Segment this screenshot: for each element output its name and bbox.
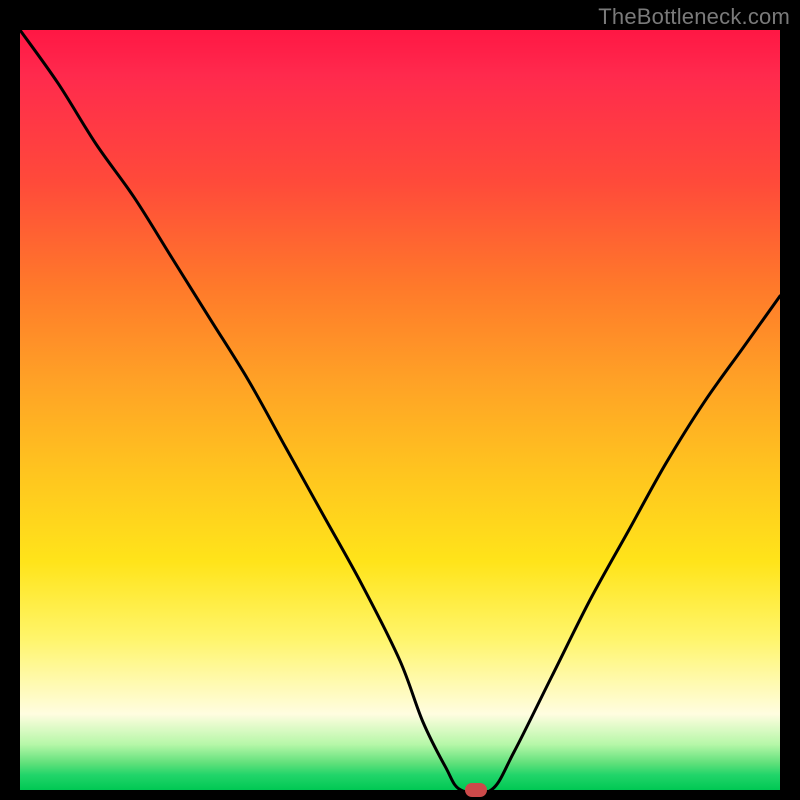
plot-area <box>20 30 780 790</box>
watermark-text: TheBottleneck.com <box>598 4 790 30</box>
chart-frame: TheBottleneck.com <box>0 0 800 800</box>
gradient-background <box>20 30 780 790</box>
